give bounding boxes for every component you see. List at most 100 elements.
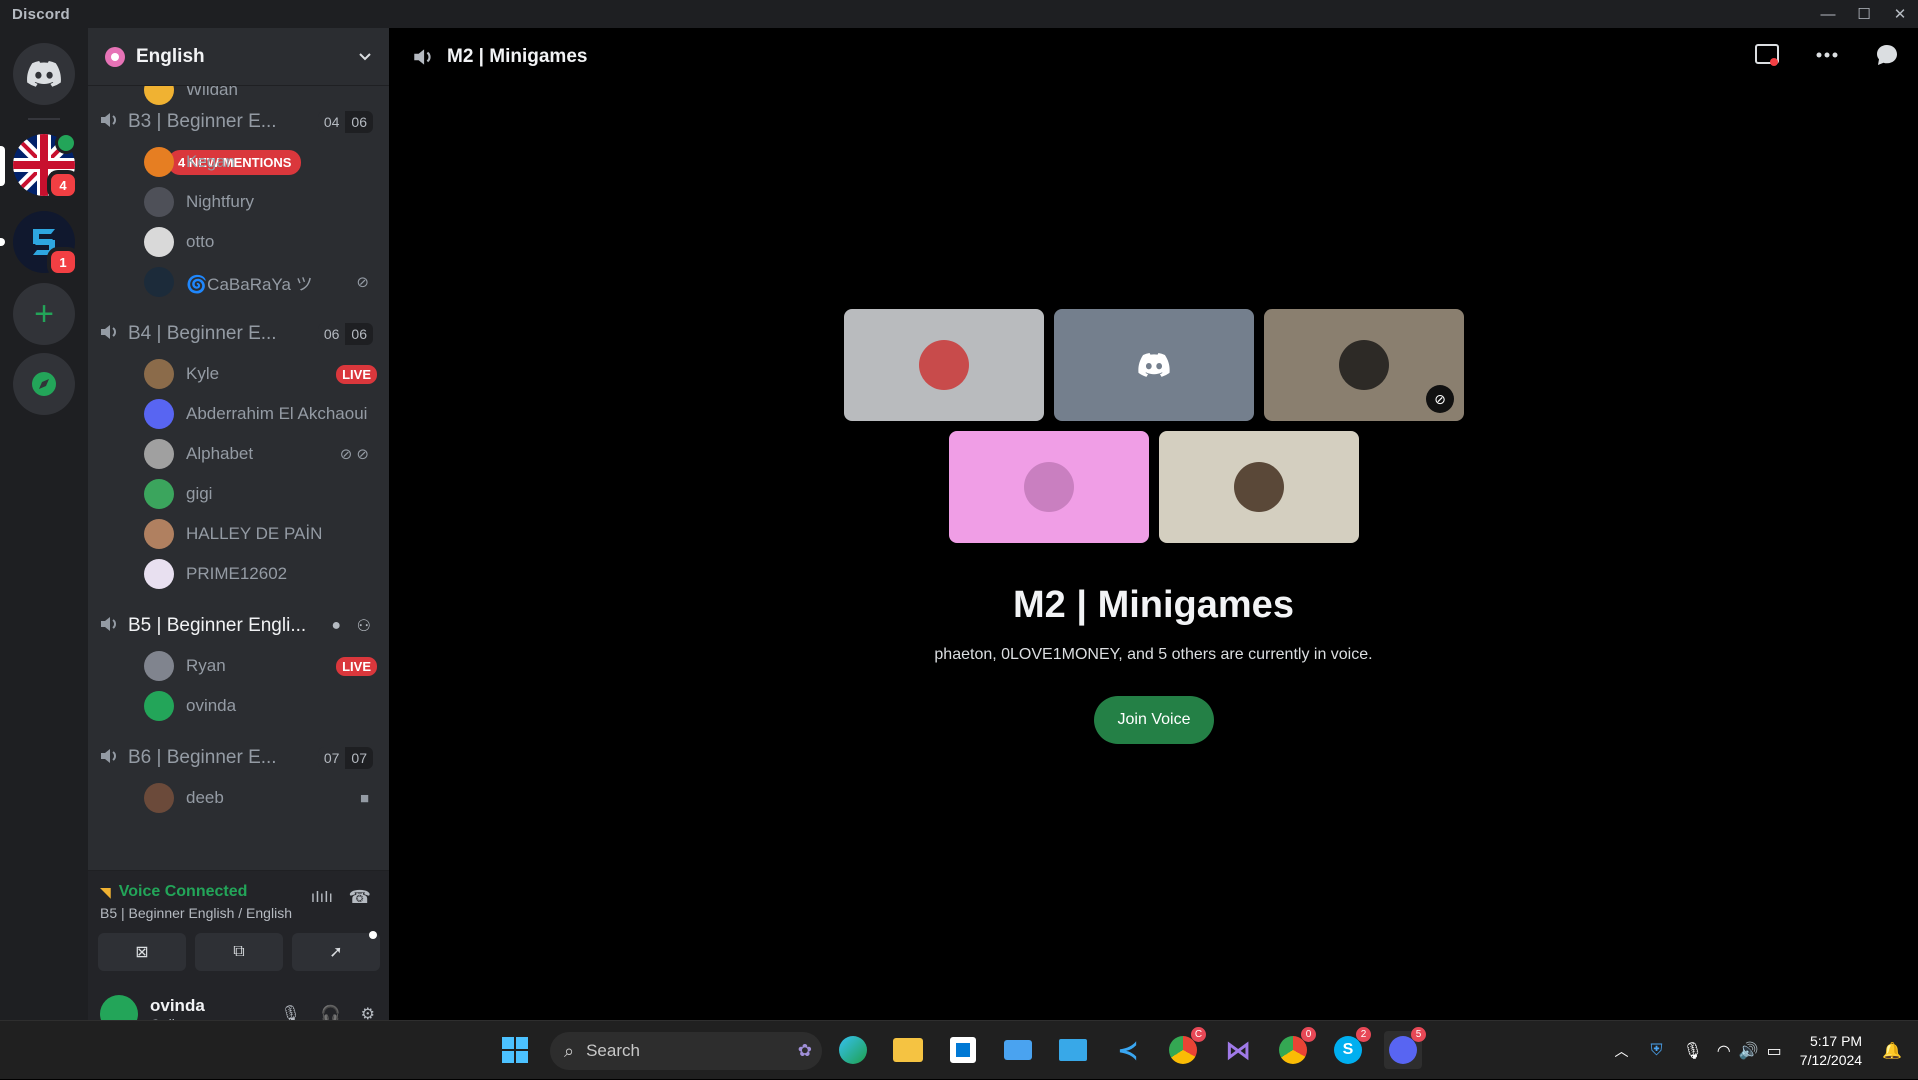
visual-studio-app[interactable]: ⋈ <box>1219 1031 1257 1069</box>
voice-user[interactable]: gigi <box>144 476 379 512</box>
avatar <box>144 651 174 681</box>
notification-bell-icon[interactable]: 🔔 <box>1882 1041 1902 1061</box>
channel-label: B4 | Beginner E... <box>128 323 277 344</box>
username: HALLEY DE PAİN <box>186 524 323 543</box>
invite-icon[interactable]: ⚇ <box>357 616 371 636</box>
search-icon: ⌕ <box>564 1040 575 1061</box>
server-badge: 4 <box>47 170 79 200</box>
camera-off-button[interactable]: ⊠ <box>98 933 186 971</box>
voice-channel-b4[interactable]: B4 | Beginner E... 06 06 <box>98 316 381 352</box>
live-badge: LIVE <box>336 656 377 676</box>
chevron-down-icon[interactable] <box>357 49 373 65</box>
vscode-app[interactable]: ≺ <box>1109 1031 1147 1069</box>
add-server-button[interactable]: + <box>13 283 75 345</box>
volume-icon[interactable]: 🔊 <box>1739 1041 1759 1061</box>
notification-dot <box>369 931 377 939</box>
channel-list: Wildan 4 NEW MENTIONS B3 | Beginner E...… <box>88 86 389 870</box>
count-limit: 07 <box>345 747 373 769</box>
voice-user[interactable]: Kegan <box>144 144 379 180</box>
username: Ryan <box>186 656 226 675</box>
avatar <box>144 187 174 217</box>
voice-user[interactable]: HALLEY DE PAİN <box>144 516 379 552</box>
voice-participants-summary: phaeton, 0LOVE1MONEY, and 5 others are c… <box>934 646 1373 663</box>
store-icon <box>950 1037 976 1063</box>
defender-icon[interactable]: ⛨ <box>1650 1042 1662 1060</box>
maximize-button[interactable]: ☐ <box>1846 0 1882 28</box>
minimize-button[interactable]: — <box>1810 0 1846 28</box>
user-count: 04 06 <box>317 111 373 133</box>
participant-tile[interactable] <box>1054 309 1254 421</box>
noise-suppression-icon[interactable]: ıIıIı <box>311 889 333 907</box>
mail-app[interactable] <box>999 1031 1037 1069</box>
disconnect-icon[interactable]: ☎ <box>349 887 371 908</box>
store-app[interactable] <box>944 1031 982 1069</box>
app-title: Discord <box>12 5 70 23</box>
participant-tile[interactable] <box>844 309 1044 421</box>
participant-tile[interactable]: ⊘ <box>1264 309 1464 421</box>
folder-icon <box>893 1038 923 1062</box>
search-highlight-icon: ✿ <box>797 1041 812 1060</box>
voice-status[interactable]: ◥ Voice Connected <box>100 883 247 901</box>
edge-app[interactable] <box>834 1031 872 1069</box>
close-button[interactable]: ✕ <box>1882 0 1918 28</box>
join-voice-button[interactable]: Join Voice <box>1094 696 1214 744</box>
chrome-app[interactable]: C <box>1164 1027 1206 1069</box>
chevron-up-icon[interactable]: ︿ <box>1614 1041 1628 1061</box>
voice-user[interactable]: Ryan LIVE <box>144 648 379 684</box>
activity-button[interactable]: ➚ <box>292 933 380 971</box>
vscode-icon: ≺ <box>1117 1034 1139 1065</box>
voice-user[interactable]: PRIME12602 <box>144 556 379 592</box>
microphone-icon[interactable]: 🎙 <box>1682 1041 1702 1061</box>
voice-user[interactable]: deeb ■ <box>144 780 379 816</box>
avatar <box>144 86 174 105</box>
title-bar: Discord — ☐ ✕ <box>0 0 1918 28</box>
start-button[interactable] <box>496 1031 534 1069</box>
participant-tile[interactable] <box>949 431 1149 543</box>
voice-user[interactable]: Abderrahim El Akchaoui <box>144 396 379 432</box>
voice-user[interactable]: otto <box>144 224 379 260</box>
voice-channel-b3[interactable]: B3 | Beginner E... 04 06 <box>98 104 381 140</box>
voice-user[interactable]: ovinda <box>144 688 379 724</box>
chat-icon[interactable] <box>1874 42 1900 68</box>
voice-channel-path[interactable]: B5 | Beginner English / English <box>100 905 295 921</box>
voice-user[interactable]: Kyle LIVE <box>144 356 379 392</box>
chrome-badge: C <box>1191 1027 1206 1042</box>
avatar <box>144 783 174 813</box>
voice-user[interactable]: 🌀CaBaRaYa ツ ⊘ <box>144 264 379 300</box>
time-text: 5:17 PM <box>1809 1032 1863 1049</box>
discover-button[interactable] <box>13 353 75 415</box>
guild-badge-icon <box>105 46 125 67</box>
skype-badge: 2 <box>1356 1027 1371 1042</box>
deafened-icon: ⊘ <box>1426 385 1454 413</box>
discord-logo-icon <box>1138 353 1170 377</box>
discord-app[interactable]: 5 <box>1384 1027 1426 1069</box>
channel-title: M2 | Minigames <box>447 46 588 67</box>
voice-channel-b6[interactable]: B6 | Beginner E... 07 07 <box>98 740 381 776</box>
more-options-icon[interactable] <box>1814 42 1840 68</box>
wifi-icon[interactable]: ◠ <box>1717 1041 1731 1061</box>
server-s[interactable]: 1 <box>13 211 79 277</box>
file-explorer-app[interactable] <box>889 1031 927 1069</box>
screen-share-button[interactable]: ⧉ <box>195 933 283 971</box>
username: gigi <box>186 484 213 503</box>
clock[interactable]: 5:17 PM 7/12/2024 <box>1800 1032 1862 1070</box>
signal-icon: ◥ <box>100 883 111 900</box>
skype-app[interactable]: S2 <box>1329 1027 1371 1069</box>
remote-desktop-app[interactable] <box>1054 1031 1092 1069</box>
voice-user[interactable]: Nightfury <box>144 184 379 220</box>
home-button[interactable] <box>13 43 75 105</box>
chrome-profile-app[interactable]: 0 <box>1274 1027 1316 1069</box>
voice-channel-b5[interactable]: B5 | Beginner Engli... ● ⚇ <box>98 608 381 644</box>
participant-tile[interactable] <box>1159 431 1359 543</box>
chat-bubble-icon[interactable]: ● <box>331 617 341 635</box>
count-limit: 06 <box>345 111 373 133</box>
username: Kyle <box>186 364 220 383</box>
popout-icon[interactable] <box>1754 42 1780 68</box>
count-current: 04 <box>317 111 346 133</box>
window-controls: — ☐ ✕ <box>1810 0 1918 28</box>
voice-user[interactable]: Alphabet ⊘ ⊘ <box>144 436 379 472</box>
guild-header[interactable]: English <box>88 28 389 86</box>
battery-icon[interactable]: ▭ <box>1767 1041 1782 1061</box>
server-english[interactable]: 4 <box>13 132 79 200</box>
taskbar-search[interactable]: ⌕ Search ✿ <box>550 1032 822 1070</box>
